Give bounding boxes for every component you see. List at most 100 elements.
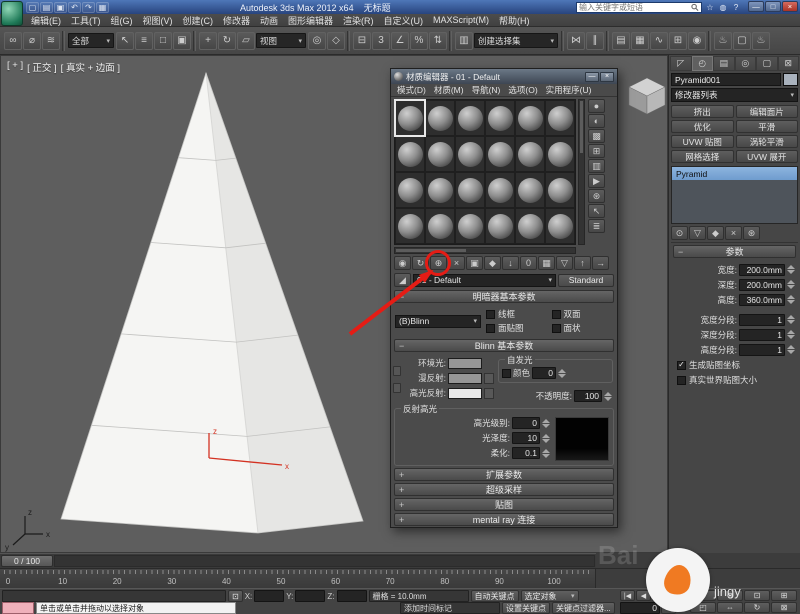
lock-ambient-diffuse-button[interactable] [393,366,401,376]
modifier-button[interactable]: 编辑面片 [736,105,799,118]
me-menu-item[interactable]: 导航(N) [468,84,505,96]
self-illum-color-checkbox[interactable] [502,369,511,378]
macro-recorder-pane[interactable] [2,602,34,614]
modifier-button[interactable]: UVW 展开 [736,150,799,163]
width-field[interactable]: 200.0mm [739,264,785,276]
glossiness-field[interactable]: 10 [512,432,540,444]
sample-slot[interactable] [485,100,515,136]
graphite-ribbon-icon[interactable]: ▦ [631,32,649,50]
video-color-check-icon[interactable]: ▥ [588,159,605,173]
select-and-manipulate-icon[interactable]: ◇ [327,32,345,50]
shader-basic-rollout-header[interactable]: − 明暗器基本参数 [394,290,614,303]
modifier-button[interactable]: 挤出 [671,105,734,118]
sample-slot[interactable] [515,136,545,172]
modifier-list-dropdown[interactable]: 修改器列表 ▾ [671,88,798,102]
viewport-label-segment[interactable]: [ + ] [7,60,23,74]
specular-map-button[interactable] [484,388,494,399]
sample-slot[interactable] [545,172,575,208]
ambient-color-swatch[interactable] [448,358,482,369]
material-editor-icon[interactable]: ◉ [688,32,706,50]
window-crossing-icon[interactable]: ▣ [173,32,191,50]
set-key-button[interactable]: 设置关键点 [502,602,550,614]
keyboard-shortcut-override-icon[interactable]: ⊟ [353,32,371,50]
spinner[interactable] [542,419,551,428]
select-object-icon[interactable]: ↖ [116,32,134,50]
viewport-label-segment[interactable]: [ 正交 ] [27,60,57,74]
modifier-button[interactable]: 涡轮平滑 [736,135,799,148]
sample-uv-tiling-icon[interactable]: ⊞ [588,144,605,158]
sample-slot[interactable] [485,172,515,208]
select-and-rotate-icon[interactable]: ↻ [218,32,236,50]
height-field[interactable]: 360.0mm [739,294,785,306]
tab-motion[interactable]: ◎ [735,56,757,71]
shader-type-dropdown[interactable]: (B)Blinn ▾ [395,315,481,328]
scrollbar-thumb[interactable] [396,249,466,252]
menu-item[interactable]: 工具(T) [66,14,106,27]
slots-vertical-scrollbar[interactable] [578,99,585,245]
menu-item[interactable]: 组(G) [106,14,138,27]
viewport-label-segment[interactable]: [ 真实 + 边面 ] [61,60,120,74]
show-end-result-icon[interactable]: ▽ [556,256,573,270]
zoom-extents-button[interactable]: ⊡ [744,590,770,601]
modifier-button[interactable]: UVW 贴图 [671,135,734,148]
maximize-button[interactable]: □ [765,1,781,12]
scrollbar-thumb[interactable] [580,101,583,153]
get-material-icon[interactable]: ◉ [394,256,411,270]
sample-slot[interactable] [515,172,545,208]
spinner[interactable] [787,315,796,324]
make-preview-icon[interactable]: ▶ [588,174,605,188]
make-unique-button[interactable]: ◆ [707,226,724,240]
spinner-snap-icon[interactable]: ⇅ [429,32,447,50]
key-filters-button[interactable]: 关键点过滤器... [552,602,615,614]
background-icon[interactable]: ▩ [588,129,605,143]
assign-material-to-selection-icon[interactable]: ⊕ [430,256,447,270]
time-slider[interactable]: 0 / 100 [0,553,596,568]
sample-slot[interactable] [425,208,455,244]
sample-slot[interactable] [455,208,485,244]
application-button[interactable] [1,1,23,26]
favorites-star-icon[interactable]: ☆ [704,2,716,13]
shader-flag-checkbox[interactable]: 双面 [552,308,614,320]
undo-icon[interactable]: ↶ [68,2,81,13]
time-slider-track[interactable] [54,555,595,567]
search-input[interactable] [579,3,689,12]
select-and-move-icon[interactable]: + [199,32,217,50]
me-menu-item[interactable]: 选项(O) [504,84,541,96]
key-filter-selected-dropdown[interactable]: 选定对象 ▾ [521,590,579,602]
configure-modifier-sets-button[interactable]: ⊛ [743,226,760,240]
go-to-parent-icon[interactable]: ↑ [574,256,591,270]
go-to-start-button[interactable]: |◀ [620,590,635,601]
snaps-toggle-icon[interactable]: 3 [372,32,390,50]
specular-level-field[interactable]: 0 [512,417,540,429]
align-icon[interactable]: ∥ [586,32,604,50]
select-and-scale-icon[interactable]: ▱ [237,32,255,50]
bind-to-space-warp-icon[interactable]: ≋ [42,32,60,50]
viewcube[interactable] [629,78,665,114]
spinner[interactable] [787,265,796,274]
opacity-field[interactable]: 100 [574,390,602,402]
lock-diffuse-specular-button[interactable] [393,383,401,393]
blinn-basic-rollout-header[interactable]: − Blinn 基本参数 [394,339,614,352]
infocenter-search[interactable] [576,2,702,13]
menu-item[interactable]: 帮助(H) [494,14,535,27]
angle-snap-icon[interactable]: ∠ [391,32,409,50]
pin-stack-button[interactable]: ⊙ [671,226,688,240]
stack-item-pyramid[interactable]: Pyramid [672,167,797,180]
material-type-button[interactable]: Standard [558,274,614,287]
sample-slot[interactable] [395,136,425,172]
make-unique-icon[interactable]: ◆ [484,256,501,270]
rollout-header[interactable]: +超级采样 [394,483,614,496]
self-illum-field[interactable]: 0 [532,367,556,379]
selection-lock-toggle[interactable]: ⊡ [228,590,243,602]
pan-button[interactable]: ⇔ [717,602,743,613]
diffuse-color-swatch[interactable] [448,373,482,384]
depth-segs-field[interactable]: 1 [739,329,785,341]
object-name-field[interactable]: Pyramid001 [671,73,781,86]
menu-item[interactable]: 渲染(R) [338,14,379,27]
save-file-icon[interactable]: ▣ [54,2,67,13]
modifier-button[interactable]: 网格选择 [671,150,734,163]
use-pivot-point-center-icon[interactable]: ◎ [308,32,326,50]
menu-item[interactable]: 编辑(E) [26,14,66,27]
menu-item[interactable]: 视图(V) [138,14,178,27]
current-frame-field[interactable]: 0 [620,602,660,614]
